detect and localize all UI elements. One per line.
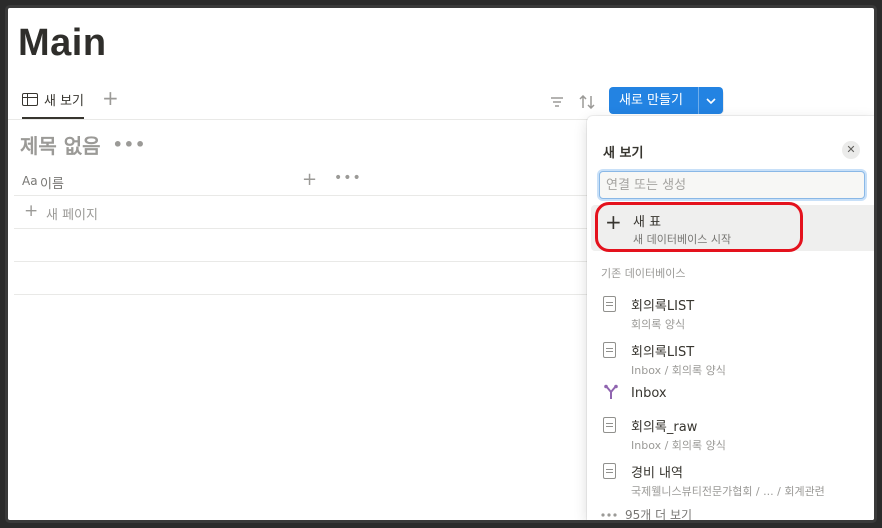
filter-icon[interactable] xyxy=(548,93,566,111)
page-icon xyxy=(603,296,616,312)
page-icon xyxy=(603,417,616,433)
header-more-icon[interactable]: ••• xyxy=(334,170,362,186)
view-toolbar: 새 보기 + 새로 만들기 xyxy=(8,82,874,120)
sort-icon[interactable] xyxy=(578,93,596,111)
item-name[interactable]: Inbox xyxy=(631,386,667,401)
item-path: 국제웰니스뷰티전문가협회 / ... / 회계관련 xyxy=(631,485,825,498)
more-dots-icon xyxy=(601,512,617,517)
item-path: 회의록 양식 xyxy=(631,318,686,331)
merge-icon xyxy=(603,384,619,404)
database-item[interactable]: 회의록LIST 회의록 양식 xyxy=(587,288,874,334)
chevron-down-icon[interactable] xyxy=(699,94,723,107)
highlight-annotation xyxy=(595,202,803,252)
database-title-text[interactable]: 제목 없음 xyxy=(20,130,101,159)
table-header: Aa 이름 + ••• xyxy=(14,166,594,196)
new-button-label[interactable]: 새로 만들기 xyxy=(609,87,699,114)
show-more-button[interactable]: 95개 더 보기 xyxy=(601,506,692,520)
database-item[interactable]: Inbox xyxy=(587,380,874,410)
database-title[interactable]: 제목 없음 ••• xyxy=(20,130,146,159)
new-button[interactable]: 새로 만들기 xyxy=(609,87,723,114)
close-icon[interactable]: ✕ xyxy=(842,141,860,159)
database-item[interactable]: 경비 내역 국제웰니스뷰티전문가협회 / ... / 회계관련 xyxy=(587,455,874,501)
table-icon xyxy=(22,93,38,106)
page-title: Main xyxy=(18,22,107,64)
new-view-popup: 새 보기 ✕ + 새 표 새 데이터베이스 시작 기존 데이터베이스 회의록LI… xyxy=(587,116,874,520)
item-name[interactable]: 경비 내역 xyxy=(631,462,683,481)
text-property-icon: Aa xyxy=(22,174,38,188)
item-name[interactable]: 회의록LIST xyxy=(631,341,694,360)
section-label: 기존 데이터베이스 xyxy=(601,267,686,280)
item-name[interactable]: 회의록_raw xyxy=(631,416,697,435)
add-property-button[interactable]: + xyxy=(302,169,317,190)
database-more-icon[interactable]: ••• xyxy=(113,135,147,154)
page-icon xyxy=(603,342,616,358)
tab-new-view[interactable]: 새 보기 xyxy=(22,90,85,119)
new-page-label[interactable]: 새 페이지 xyxy=(46,204,98,223)
item-name[interactable]: 회의록LIST xyxy=(631,295,694,314)
show-more-label[interactable]: 95개 더 보기 xyxy=(625,506,692,520)
popup-title: 새 보기 xyxy=(603,146,644,161)
empty-row xyxy=(14,262,594,295)
item-path: Inbox / 회의록 양식 xyxy=(631,439,726,452)
search-input[interactable] xyxy=(599,171,865,199)
app-window: Main 새 보기 + 새로 만들기 제목 없음 ••• Aa 이름 + •••… xyxy=(8,8,874,520)
database-item[interactable]: 회의록_raw Inbox / 회의록 양식 xyxy=(587,409,874,455)
plus-icon: + xyxy=(24,201,39,221)
page-icon xyxy=(603,463,616,479)
database-item[interactable]: 회의록LIST Inbox / 회의록 양식 xyxy=(587,334,874,380)
new-page-row[interactable]: + 새 페이지 xyxy=(14,196,594,229)
add-view-button[interactable]: + xyxy=(102,88,119,108)
empty-row xyxy=(14,229,594,262)
column-name[interactable]: 이름 xyxy=(40,173,64,192)
item-path: Inbox / 회의록 양식 xyxy=(631,364,726,377)
tab-label: 새 보기 xyxy=(44,94,85,109)
